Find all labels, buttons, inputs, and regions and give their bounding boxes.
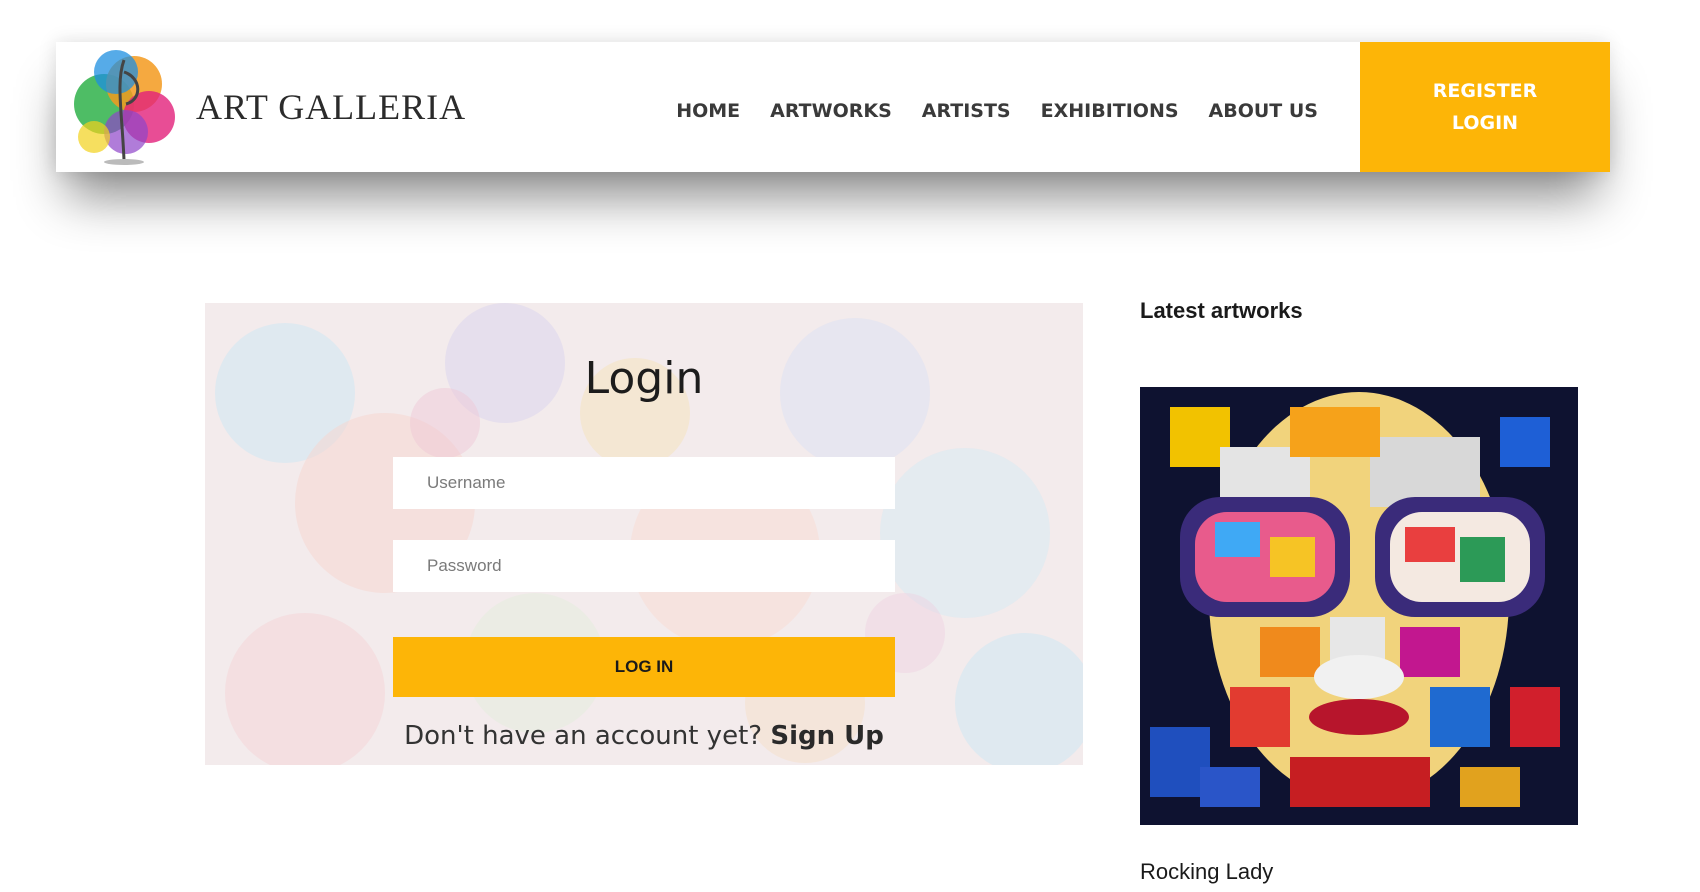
artwork-image[interactable] [1140, 387, 1578, 825]
site-header: ART GALLERIA HOME ARTWORKS ARTISTS EXHIB… [56, 42, 1610, 172]
page: ART GALLERIA HOME ARTWORKS ARTISTS EXHIB… [0, 0, 1700, 892]
login-card: Login LOG IN Don't have an account yet? … [205, 303, 1083, 765]
main-nav: HOME ARTWORKS ARTISTS EXHIBITIONS ABOUT … [676, 100, 1318, 122]
nav-artworks[interactable]: ARTWORKS [770, 100, 892, 122]
nav-artists[interactable]: ARTISTS [922, 100, 1011, 122]
login-button[interactable]: LOG IN [393, 637, 895, 697]
artwork-title[interactable]: Rocking Lady [1140, 859, 1273, 885]
latest-artworks-heading: Latest artworks [1140, 298, 1303, 323]
signup-prompt-text: Don't have an account yet? [404, 721, 763, 751]
password-input[interactable] [393, 540, 895, 592]
nav-home[interactable]: HOME [676, 100, 740, 122]
logo-icon[interactable] [64, 42, 182, 168]
brand-name[interactable]: ART GALLERIA [196, 86, 466, 128]
signup-prompt: Don't have an account yet? Sign Up [205, 721, 1083, 751]
login-link[interactable]: LOGIN [1452, 112, 1518, 134]
username-input[interactable] [393, 457, 895, 509]
account-links: REGISTER LOGIN [1360, 42, 1610, 172]
login-title: Login [584, 353, 704, 404]
nav-about-us[interactable]: ABOUT US [1209, 100, 1318, 122]
register-link[interactable]: REGISTER [1433, 80, 1538, 102]
signup-link[interactable]: Sign Up [770, 721, 884, 751]
nav-exhibitions[interactable]: EXHIBITIONS [1041, 100, 1179, 122]
